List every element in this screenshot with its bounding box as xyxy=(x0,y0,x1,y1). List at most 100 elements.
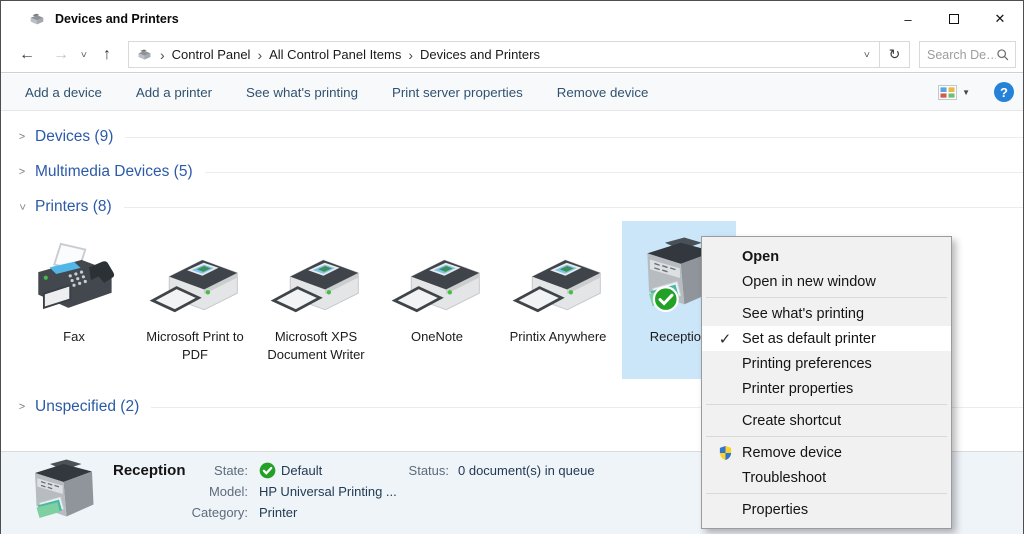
selected-printer-name: Reception xyxy=(113,462,186,479)
close-icon[interactable]: ✕ xyxy=(977,1,1023,37)
up-icon[interactable]: ↑ xyxy=(96,46,118,64)
fax-icon xyxy=(17,221,131,321)
chevron-right-icon: > xyxy=(15,131,29,143)
printer-tile-label: Fax xyxy=(17,328,131,346)
printer-app-icon xyxy=(28,12,46,27)
breadcrumb-chevron-icon: › xyxy=(160,47,165,63)
view-dropdown-chevron-icon: ▼ xyxy=(962,88,970,97)
menu-item-see-what-s-printing[interactable]: See what's printing xyxy=(702,301,951,326)
breadcrumb-item[interactable]: All Control Panel Items xyxy=(269,47,401,62)
menu-item-remove-device[interactable]: Remove device xyxy=(702,440,951,465)
menu-item-label: Open in new window xyxy=(742,274,876,290)
search-icon xyxy=(996,48,1010,62)
printer-icon xyxy=(259,221,373,321)
printer-tile-onenote[interactable]: OneNote xyxy=(380,221,494,379)
menu-item-set-as-default-printer[interactable]: ✓ Set as default printer xyxy=(702,326,951,351)
menu-item-label: Printing preferences xyxy=(742,356,872,372)
checkmark-icon: ✓ xyxy=(713,326,737,351)
breadcrumb-item[interactable]: Control Panel xyxy=(172,47,251,62)
view-mode-icon xyxy=(938,85,957,100)
menu-item-properties[interactable]: Properties xyxy=(702,497,951,522)
refresh-icon[interactable]: ↻ xyxy=(880,41,910,68)
title-bar: Devices and Printers – ✕ xyxy=(1,1,1023,37)
address-bar[interactable]: ›Control Panel›All Control Panel Items›D… xyxy=(128,41,880,68)
group-divider xyxy=(124,207,1023,208)
breadcrumb-chevron-icon: › xyxy=(408,47,413,63)
default-check-icon xyxy=(259,462,276,479)
menu-separator xyxy=(706,404,947,405)
navigation-bar: ← → > ↑ › Control Panel › All Control Panel… xyxy=(1,37,1023,73)
change-view-button[interactable]: ▼ xyxy=(938,85,970,100)
toolbar-item-remove-device[interactable]: Remove device xyxy=(557,85,649,100)
printer-tile-fax[interactable]: Fax xyxy=(17,221,131,379)
menu-item-label: Printer properties xyxy=(742,381,853,397)
menu-item-create-shortcut[interactable]: Create shortcut xyxy=(702,408,951,433)
menu-item-label: Properties xyxy=(742,502,808,518)
printer-tile-label: OneNote xyxy=(380,328,494,346)
chevron-right-icon: > xyxy=(15,166,29,178)
state-label: State: xyxy=(178,463,248,478)
search-input[interactable] xyxy=(927,48,996,62)
group-header-printers[interactable]: > Printers (8) xyxy=(15,197,1023,217)
menu-item-label: Troubleshoot xyxy=(742,470,826,486)
printer-tile-label: Microsoft XPS Document Writer xyxy=(259,328,373,364)
printer-tile-microsoft-print-to-pdf[interactable]: Microsoft Print to PDF xyxy=(138,221,252,379)
uac-shield-icon xyxy=(713,440,737,465)
toolbar-item-add-a-device[interactable]: Add a device xyxy=(25,85,102,100)
address-printer-icon xyxy=(136,48,153,62)
menu-item-label: See what's printing xyxy=(742,306,864,322)
menu-separator xyxy=(706,436,947,437)
toolbar-item-print-server-properties[interactable]: Print server properties xyxy=(392,85,523,100)
group-label: Unspecified (2) xyxy=(35,398,139,416)
printer-tile-label: Microsoft Print to PDF xyxy=(138,328,252,364)
printer-tile-printix-anywhere[interactable]: Printix Anywhere xyxy=(501,221,615,379)
minimize-icon[interactable]: – xyxy=(885,1,931,37)
menu-item-label: Open xyxy=(742,249,779,265)
menu-item-printer-properties[interactable]: Printer properties xyxy=(702,376,951,401)
printer-icon xyxy=(380,221,494,321)
group-divider xyxy=(125,137,1023,138)
menu-item-label: Create shortcut xyxy=(742,413,841,429)
model-label: Model: xyxy=(178,484,248,499)
group-label: Multimedia Devices (5) xyxy=(35,163,193,181)
model-value: HP Universal Printing ... xyxy=(259,484,397,499)
chevron-down-icon: > xyxy=(16,200,28,214)
printer-tile-microsoft-xps-document-writer[interactable]: Microsoft XPS Document Writer xyxy=(259,221,373,379)
group-label: Printers (8) xyxy=(35,198,112,216)
group-label: Devices (9) xyxy=(35,128,113,146)
chevron-right-icon: > xyxy=(15,401,29,413)
search-box[interactable] xyxy=(919,41,1016,68)
forward-icon: → xyxy=(50,46,72,64)
printer-context-menu: Open Open in new window See what's printin… xyxy=(701,236,952,529)
menu-item-troubleshoot[interactable]: Troubleshoot xyxy=(702,465,951,490)
state-value: Default xyxy=(259,462,322,479)
breadcrumb-item[interactable]: Devices and Printers xyxy=(420,47,540,62)
category-label: Category: xyxy=(178,505,248,520)
devices-and-printers-window: Devices and Printers – ✕ ← → > ↑ › Contro… xyxy=(0,0,1024,534)
printer-icon xyxy=(501,221,615,321)
menu-item-open-in-new-window[interactable]: Open in new window xyxy=(702,269,951,294)
maximize-icon[interactable] xyxy=(931,1,977,37)
group-header-devices[interactable]: > Devices (9) xyxy=(15,127,1023,147)
toolbar-item-add-a-printer[interactable]: Add a printer xyxy=(136,85,212,100)
breadcrumb: ›Control Panel›All Control Panel Items›D… xyxy=(153,47,540,63)
menu-item-label: Set as default printer xyxy=(742,331,876,347)
history-chevron-icon[interactable]: > xyxy=(78,48,89,62)
menu-item-open[interactable]: Open xyxy=(702,244,951,269)
selected-printer-icon xyxy=(21,458,103,534)
menu-item-printing-preferences[interactable]: Printing preferences xyxy=(702,351,951,376)
category-value: Printer xyxy=(259,505,297,520)
window-title: Devices and Printers xyxy=(55,12,179,26)
address-dropdown-chevron-icon[interactable]: > xyxy=(861,48,872,62)
toolbar-item-see-what-s-printing[interactable]: See what's printing xyxy=(246,85,358,100)
back-icon[interactable]: ← xyxy=(16,46,38,64)
status-value: 0 document(s) in queue xyxy=(458,463,595,478)
printer-tile-label: Printix Anywhere xyxy=(501,328,615,346)
help-button[interactable]: ? xyxy=(994,82,1014,102)
group-divider xyxy=(205,172,1023,173)
group-header-multimedia-devices[interactable]: > Multimedia Devices (5) xyxy=(15,162,1023,182)
command-toolbar: Add a device Add a printer See what's prin… xyxy=(1,74,1023,111)
status-label: Status: xyxy=(379,463,449,478)
menu-item-label: Remove device xyxy=(742,445,842,461)
menu-separator xyxy=(706,493,947,494)
